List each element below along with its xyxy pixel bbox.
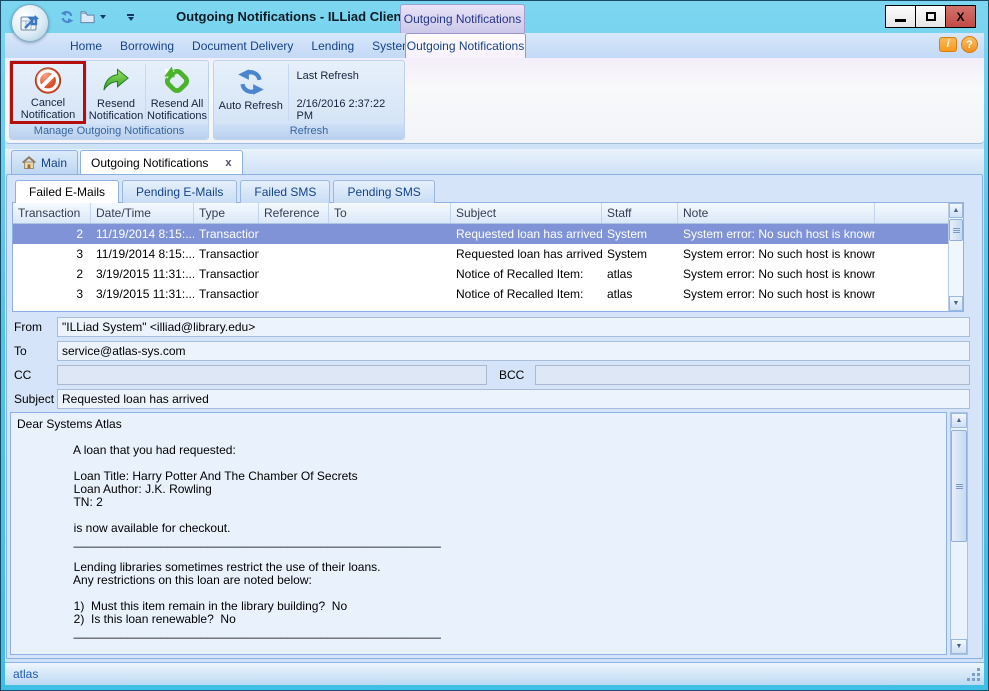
- table-header: Transaction Date/Time Type Reference To …: [13, 203, 963, 224]
- close-button[interactable]: X: [945, 5, 976, 28]
- table-row[interactable]: 2 11/19/2014 8:15:... Transaction Reques…: [13, 224, 948, 244]
- info-icon[interactable]: i: [939, 37, 957, 52]
- subtab-pending-emails[interactable]: Pending E-Mails: [122, 180, 237, 203]
- application-button[interactable]: [11, 4, 49, 42]
- to-label: To: [10, 344, 57, 358]
- customize-quick-access-toolbar-icon[interactable]: [127, 14, 134, 21]
- resend-icon: [101, 66, 131, 96]
- cc-label: CC: [10, 368, 57, 382]
- quick-access-toolbar: [59, 7, 134, 27]
- doc-tab-main[interactable]: Main: [11, 150, 78, 174]
- window-title: Outgoing Notifications - ILLiad Client: [151, 9, 431, 24]
- tab-lending[interactable]: Lending: [302, 35, 363, 57]
- bcc-field[interactable]: [535, 365, 970, 385]
- subtab-failed-emails[interactable]: Failed E-Mails: [15, 180, 119, 203]
- scrollbar-thumb[interactable]: [951, 430, 967, 542]
- subtab-pending-sms[interactable]: Pending SMS: [333, 180, 434, 203]
- tab-home[interactable]: Home: [61, 35, 111, 57]
- subtab-failed-sms[interactable]: Failed SMS: [240, 180, 330, 203]
- group-manage-outgoing-notifications: Cancel Notification Resend Notification: [9, 60, 209, 140]
- new-document-icon[interactable]: [80, 10, 95, 24]
- resize-grip-icon[interactable]: [966, 667, 981, 682]
- ribbon-tab-bar: Home Borrowing Document Delivery Lending…: [5, 33, 984, 58]
- subject-label: Subject: [10, 392, 57, 406]
- body-scrollbar[interactable]: ▲ ▼: [950, 412, 968, 655]
- subject-field[interactable]: Requested loan has arrived: [57, 389, 970, 409]
- last-refresh-value: 2/16/2016 2:37:22 PM: [297, 98, 405, 122]
- minimize-button[interactable]: [885, 5, 916, 28]
- tab-close-icon[interactable]: x: [225, 157, 231, 169]
- resend-notification-button[interactable]: Resend Notification: [87, 61, 145, 124]
- from-field[interactable]: "ILLiad System" <illiad@library.edu>: [57, 317, 970, 337]
- bcc-label: BCC: [487, 368, 535, 382]
- to-field[interactable]: service@atlas-sys.com: [57, 341, 970, 361]
- auto-refresh-icon: [235, 66, 267, 98]
- table-scrollbar[interactable]: ▲ ▼: [948, 203, 963, 311]
- column-header-transaction[interactable]: Transaction: [13, 203, 91, 223]
- scrollbar-thumb[interactable]: [949, 219, 963, 241]
- from-label: From: [10, 320, 57, 334]
- last-refresh-label: Last Refresh: [297, 70, 405, 82]
- cancel-icon: [33, 66, 63, 95]
- tab-document-delivery[interactable]: Document Delivery: [183, 35, 302, 57]
- table-row[interactable]: 2 3/19/2015 11:31:... Transaction Notice…: [13, 264, 963, 284]
- auto-refresh-button[interactable]: Auto Refresh: [214, 61, 288, 124]
- ribbon: Cancel Notification Resend Notification: [5, 58, 984, 144]
- status-bar: atlas: [5, 662, 984, 685]
- notification-type-tabs: Failed E-Mails Pending E-Mails Failed SM…: [15, 180, 435, 203]
- group-caption: Refresh: [214, 124, 404, 139]
- resend-all-icon: [162, 66, 192, 96]
- application-icon: [19, 12, 41, 34]
- email-body[interactable]: Dear Systems Atlas A loan that you had r…: [10, 412, 947, 655]
- illiad-client-window: Outgoing Notifications - ILLiad Client O…: [0, 0, 989, 691]
- cc-field[interactable]: [57, 365, 487, 385]
- tab-outgoing-notifications[interactable]: Outgoing Notifications: [405, 33, 526, 58]
- contextual-tab-group-header: Outgoing Notifications: [400, 4, 525, 33]
- help-icon[interactable]: ?: [961, 36, 978, 53]
- table-row[interactable]: 3 3/19/2015 11:31:... Transaction Notice…: [13, 284, 963, 304]
- notifications-table: Transaction Date/Time Type Reference To …: [12, 202, 964, 312]
- home-icon: [22, 156, 36, 169]
- status-username: atlas: [13, 667, 38, 681]
- scroll-down-icon[interactable]: ▼: [949, 296, 963, 311]
- group-refresh: Auto Refresh Last Refresh 2/16/2016 2:37…: [213, 60, 405, 140]
- scroll-down-icon[interactable]: ▼: [951, 639, 967, 654]
- column-header-subject[interactable]: Subject: [451, 203, 602, 223]
- resend-all-notifications-button[interactable]: Resend All Notifications: [146, 61, 208, 124]
- last-refresh-info: Last Refresh 2/16/2016 2:37:22 PM: [289, 61, 405, 124]
- maximize-icon: [926, 12, 936, 21]
- column-header-type[interactable]: Type: [194, 203, 259, 223]
- column-header-to[interactable]: To: [329, 203, 451, 223]
- column-header-staff[interactable]: Staff: [602, 203, 678, 223]
- cancel-notification-button[interactable]: Cancel Notification: [10, 61, 86, 124]
- refresh-icon[interactable]: [59, 9, 75, 25]
- minimize-icon: [895, 19, 906, 22]
- doc-tab-outgoing-notifications[interactable]: Outgoing Notifications x: [80, 150, 243, 174]
- tab-borrowing[interactable]: Borrowing: [111, 35, 183, 57]
- column-header-datetime[interactable]: Date/Time: [91, 203, 194, 223]
- client-area: Home Borrowing Document Delivery Lending…: [5, 33, 984, 685]
- group-caption: Manage Outgoing Notifications: [10, 124, 208, 139]
- outgoing-notifications-panel: Failed E-Mails Pending E-Mails Failed SM…: [6, 174, 983, 659]
- close-icon: X: [956, 10, 964, 24]
- column-header-reference[interactable]: Reference: [259, 203, 329, 223]
- titlebar: Outgoing Notifications - ILLiad Client O…: [1, 1, 988, 33]
- scroll-up-icon[interactable]: ▲: [949, 203, 963, 218]
- column-header-note[interactable]: Note: [678, 203, 875, 223]
- scroll-up-icon[interactable]: ▲: [951, 413, 967, 428]
- maximize-button[interactable]: [915, 5, 946, 28]
- new-document-dropdown-icon[interactable]: [100, 15, 106, 19]
- table-row[interactable]: 3 11/19/2014 8:15:... Transaction Reques…: [13, 244, 963, 264]
- document-tab-bar: Main Outgoing Notifications x: [5, 149, 984, 174]
